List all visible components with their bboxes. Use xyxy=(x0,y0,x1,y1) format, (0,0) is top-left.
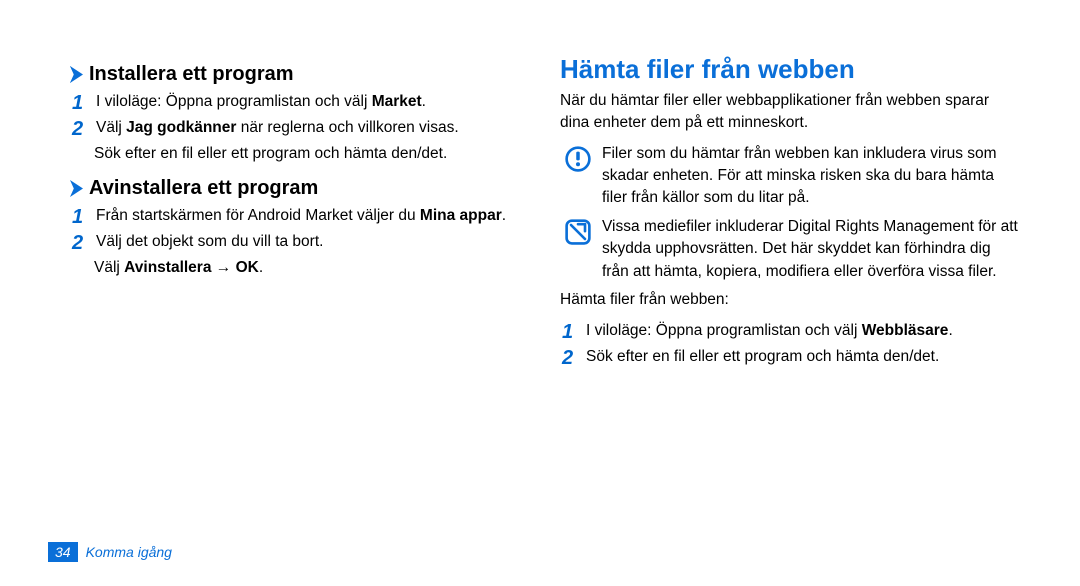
warning-callout: Filer som du hämtar från webben kan inkl… xyxy=(560,143,1020,210)
step-body: Sök efter en fil eller ett program och h… xyxy=(586,346,1020,368)
download-intro: När du hämtar filer eller webbapplikatio… xyxy=(560,90,1020,135)
chevron-icon xyxy=(70,66,83,83)
warning-text: Filer som du hämtar från webben kan inkl… xyxy=(596,143,1020,210)
heading-install-text: Installera ett program xyxy=(89,63,294,85)
step-body: Från startskärmen för Android Market väl… xyxy=(96,205,530,227)
heading-uninstall-text: Avinstallera ett program xyxy=(89,177,318,199)
note-callout: Vissa mediefiler inkluderar Digital Righ… xyxy=(560,216,1020,283)
step-number: 2 xyxy=(70,117,96,141)
download-step-2: 2 Sök efter en fil eller ett program och… xyxy=(560,346,1020,370)
note-text: Vissa mediefiler inkluderar Digital Righ… xyxy=(596,216,1020,283)
step-number: 1 xyxy=(70,205,96,229)
step-number: 2 xyxy=(70,231,96,255)
right-column: Hämta filer från webben När du hämtar fi… xyxy=(560,55,1020,586)
note-icon xyxy=(560,216,596,246)
step-body: Välj Jag godkänner när reglerna och vill… xyxy=(96,117,530,139)
step-body: Välj det objekt som du vill ta bort. xyxy=(96,231,530,253)
install-after-text: Sök efter en fil eller ett program och h… xyxy=(94,143,530,165)
uninstall-after-text: Välj Avinstallera → OK. xyxy=(94,257,530,279)
uninstall-step-1: 1 Från startskärmen för Android Market v… xyxy=(70,205,530,229)
left-column: Installera ett program 1 I viloläge: Öpp… xyxy=(70,55,530,586)
install-step-1: 1 I viloläge: Öppna programlistan och vä… xyxy=(70,91,530,115)
step-number: 1 xyxy=(560,320,586,344)
page-number: 34 xyxy=(48,542,78,562)
download-step-1: 1 I viloläge: Öppna programlistan och vä… xyxy=(560,320,1020,344)
heading-uninstall: Avinstallera ett program xyxy=(70,177,530,199)
heading-install: Installera ett program xyxy=(70,63,530,85)
uninstall-step-2: 2 Välj det objekt som du vill ta bort. xyxy=(70,231,530,255)
chevron-icon xyxy=(70,180,83,197)
step-number: 1 xyxy=(70,91,96,115)
install-step-2: 2 Välj Jag godkänner när reglerna och vi… xyxy=(70,117,530,141)
page: Installera ett program 1 I viloläge: Öpp… xyxy=(0,0,1080,586)
step-body: I viloläge: Öppna programlistan och välj… xyxy=(96,91,530,113)
heading-download: Hämta filer från webben xyxy=(560,55,1020,84)
download-lead: Hämta filer från webben: xyxy=(560,289,1020,311)
step-number: 2 xyxy=(560,346,586,370)
page-footer: 34 Komma igång xyxy=(48,542,172,562)
warning-icon xyxy=(560,143,596,173)
section-name: Komma igång xyxy=(86,544,172,560)
step-body: I viloläge: Öppna programlistan och välj… xyxy=(586,320,1020,342)
